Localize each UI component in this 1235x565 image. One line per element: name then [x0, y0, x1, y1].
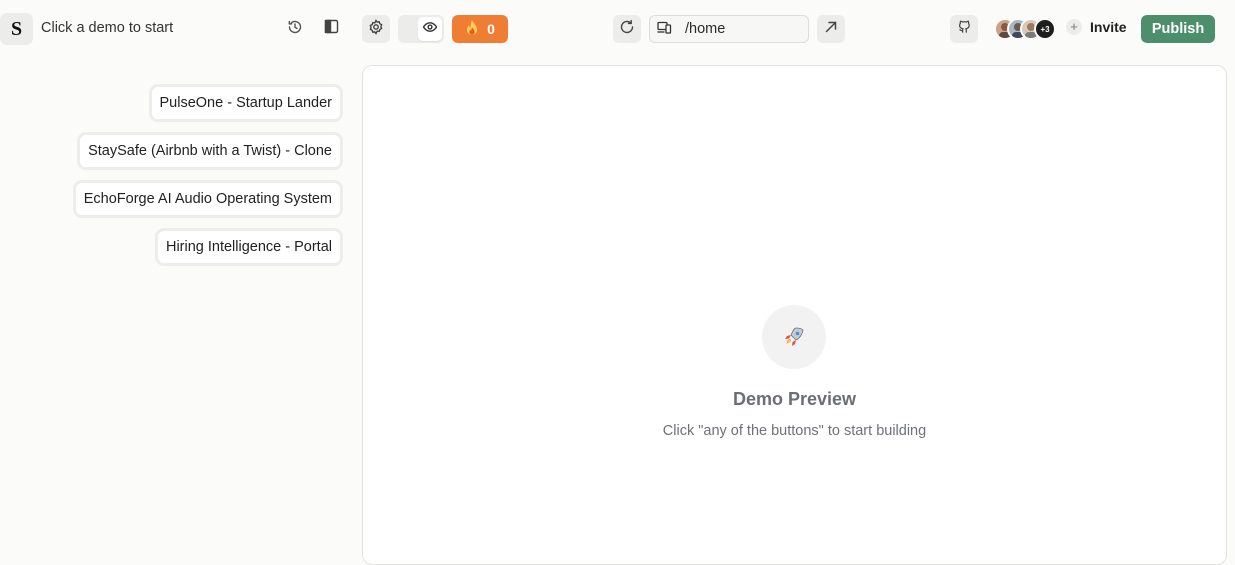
preview-subtitle: Click "any of the buttons" to start buil…: [662, 423, 927, 439]
github-icon: [957, 19, 972, 39]
streak-button[interactable]: 0: [452, 15, 508, 43]
publish-button[interactable]: Publish: [1141, 15, 1215, 43]
github-button[interactable]: [950, 15, 978, 43]
demo-list: PulseOne - Startup Lander StaySafe (Airb…: [72, 84, 343, 266]
refresh-icon: [619, 19, 635, 40]
sidebar-toggle-button[interactable]: [317, 15, 345, 43]
settings-icon: [368, 18, 384, 40]
history-icon: [287, 19, 303, 40]
status-text: Click a demo to start: [41, 20, 174, 36]
sidebar-toggle-icon: [324, 19, 339, 39]
eye-icon: [422, 19, 438, 40]
demo-button-staysafe[interactable]: StaySafe (Airbnb with a Twist) - Clone: [77, 132, 343, 170]
demo-preview-panel: Demo Preview Click "any of the buttons" …: [362, 65, 1227, 565]
demo-button-pulseone[interactable]: PulseOne - Startup Lander: [148, 84, 343, 122]
url-bar[interactable]: /home: [649, 15, 809, 43]
invite-label: Invite: [1090, 19, 1127, 35]
refresh-button[interactable]: [613, 15, 641, 43]
url-path: /home: [685, 21, 726, 37]
collaborator-avatars[interactable]: +3: [994, 18, 1058, 40]
preview-mode-button[interactable]: [418, 17, 442, 41]
avatar-overflow-count[interactable]: +3: [1034, 18, 1056, 40]
fire-icon: [465, 19, 479, 40]
external-link-icon: [824, 20, 838, 39]
settings-button[interactable]: [362, 15, 390, 43]
rocket-icon: [762, 305, 826, 369]
device-icon[interactable]: [657, 21, 672, 38]
preview-title: Demo Preview: [732, 389, 857, 409]
invite-button[interactable]: + Invite: [1066, 19, 1127, 35]
history-button[interactable]: [281, 15, 309, 43]
app-logo[interactable]: S: [0, 13, 33, 45]
streak-count: 0: [487, 21, 495, 37]
demo-button-echoforge[interactable]: EchoForge AI Audio Operating System: [72, 180, 343, 218]
demo-button-hiring-intelligence[interactable]: Hiring Intelligence - Portal: [154, 228, 343, 266]
view-mode-toggle[interactable]: [398, 15, 444, 43]
plus-icon: +: [1066, 19, 1082, 35]
top-toolbar: S Click a demo to start 0 /home +3 + Inv…: [0, 0, 1235, 58]
open-external-button[interactable]: [817, 15, 845, 43]
